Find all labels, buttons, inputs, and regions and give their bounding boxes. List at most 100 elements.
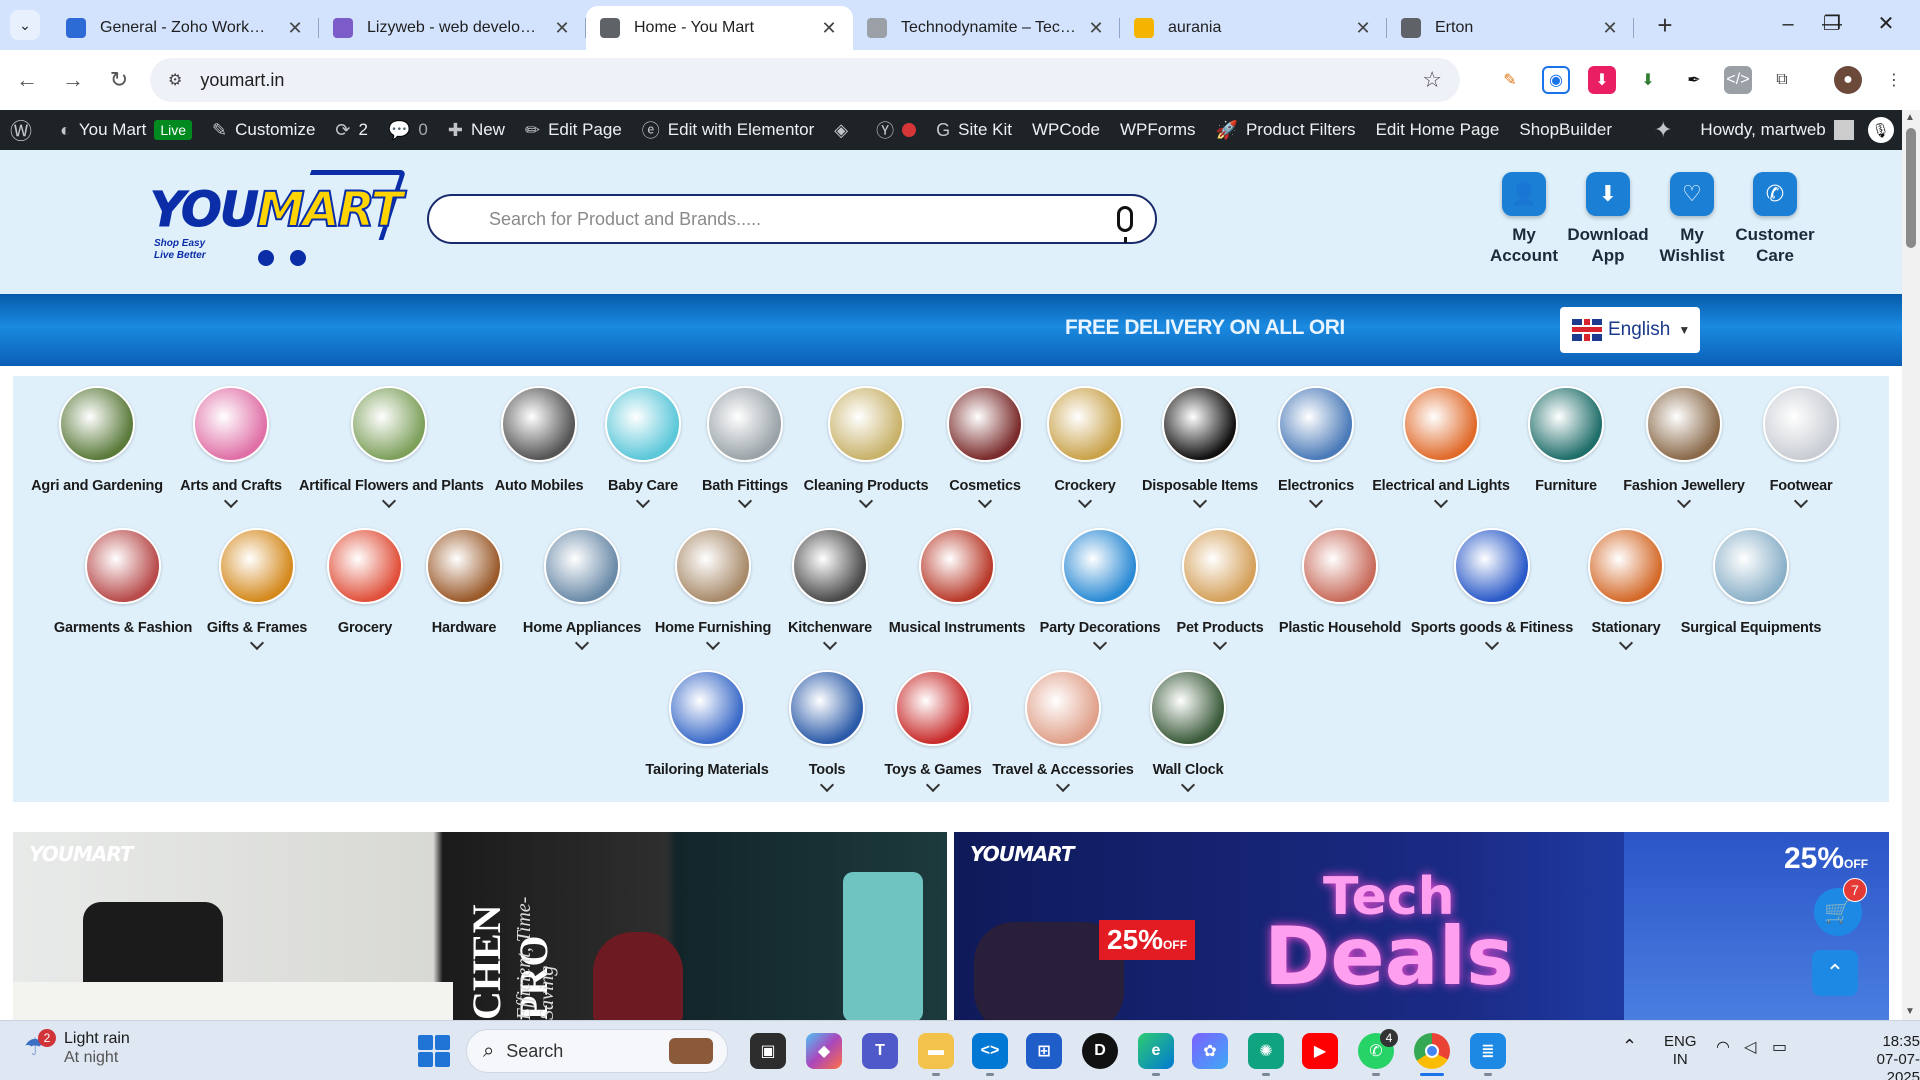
chevron-down-icon[interactable] bbox=[1055, 777, 1071, 793]
site-info-icon[interactable]: ⚙ bbox=[168, 70, 182, 90]
microsoft-store-icon[interactable]: ⊞ bbox=[1026, 1033, 1062, 1069]
chevron-down-icon[interactable] bbox=[1192, 493, 1208, 509]
browser-tab[interactable]: Technodynamite – Technology ✕ bbox=[853, 6, 1120, 50]
profile-avatar[interactable]: ● bbox=[1834, 66, 1862, 94]
close-window-button[interactable]: ✕ bbox=[1866, 8, 1906, 40]
chrome-icon[interactable] bbox=[1414, 1033, 1450, 1069]
chevron-down-icon[interactable] bbox=[635, 493, 651, 509]
chevron-down-icon[interactable] bbox=[1308, 493, 1324, 509]
tray-overflow-icon[interactable]: ⌃ bbox=[1622, 1037, 1637, 1055]
ab-site-kit[interactable]: G Site Kit bbox=[926, 110, 1022, 150]
chevron-down-icon[interactable] bbox=[574, 635, 590, 651]
header-link-wishlist[interactable]: ♡ My Wishlist bbox=[1647, 172, 1737, 266]
chevron-down-icon[interactable] bbox=[737, 493, 753, 509]
wp-logo-menu[interactable]: Ⓦ bbox=[0, 110, 50, 150]
chevron-down-icon[interactable] bbox=[822, 635, 838, 651]
reload-button[interactable]: ↻ bbox=[104, 65, 134, 95]
ab-diamond[interactable]: ◈ bbox=[824, 110, 866, 150]
ab-ai[interactable]: ✦ bbox=[1644, 110, 1690, 150]
menu-kebab-icon[interactable]: ⋮ bbox=[1880, 66, 1908, 94]
weather-widget[interactable]: ☂ 2 Light rain At night bbox=[24, 1029, 130, 1067]
chevron-down-icon[interactable] bbox=[1077, 493, 1093, 509]
vscode-icon[interactable]: <> bbox=[972, 1033, 1008, 1069]
chatgpt-icon[interactable]: ✺ bbox=[1248, 1033, 1284, 1069]
site-logo[interactable]: YOUMART Shop Easy Live Better bbox=[150, 168, 407, 268]
chevron-down-icon[interactable] bbox=[819, 777, 835, 793]
close-tab-icon[interactable]: ✕ bbox=[1353, 18, 1373, 39]
chevron-down-icon[interactable] bbox=[223, 493, 239, 509]
eyedropper-extension-icon[interactable]: ✒ bbox=[1680, 66, 1708, 94]
minimize-icon-button[interactable]: – bbox=[1768, 8, 1808, 40]
tech-deals-banner[interactable]: YOUMART 25%OFF Tech Deals 25%OFF bbox=[954, 832, 1889, 1020]
chevron-down-icon[interactable] bbox=[1618, 635, 1634, 651]
volume-icon[interactable]: ◁ bbox=[1744, 1039, 1756, 1057]
browser-tab[interactable]: Home - You Mart ✕ bbox=[586, 6, 853, 50]
language-indicator[interactable]: ENG IN bbox=[1664, 1033, 1697, 1069]
close-tab-icon[interactable]: ✕ bbox=[819, 18, 839, 39]
chevron-down-icon[interactable] bbox=[1793, 493, 1809, 509]
taskbar-search[interactable]: ⌕ Search bbox=[466, 1029, 728, 1073]
browser-tab[interactable]: Erton ✕ bbox=[1387, 6, 1634, 50]
task-view-icon[interactable]: ▣ bbox=[750, 1033, 786, 1069]
wifi-icon[interactable]: ◠ bbox=[1716, 1039, 1730, 1057]
extensions-puzzle-icon[interactable]: ⧉ bbox=[1768, 66, 1796, 94]
notepad-icon[interactable]: ≣ bbox=[1470, 1033, 1506, 1069]
ab-customize[interactable]: ✎ Customize bbox=[202, 110, 325, 150]
chevron-down-icon[interactable] bbox=[1676, 493, 1692, 509]
close-tab-icon[interactable]: ✕ bbox=[552, 18, 572, 39]
youtube-icon[interactable]: ▶ bbox=[1302, 1033, 1338, 1069]
file-explorer-icon[interactable]: ▬ bbox=[918, 1033, 954, 1069]
ab-voice[interactable]: 🎙 bbox=[1864, 110, 1898, 150]
scroll-to-top-button[interactable]: ⌃ bbox=[1812, 950, 1858, 996]
ab-new[interactable]: ✚ New bbox=[438, 110, 515, 150]
category-item[interactable]: Footwear bbox=[1711, 386, 1891, 509]
close-tab-icon[interactable]: ✕ bbox=[285, 18, 305, 39]
dell-icon[interactable]: D bbox=[1082, 1033, 1118, 1069]
scroll-up-arrow-icon[interactable]: ▲ bbox=[1905, 112, 1915, 123]
download-extension-icon[interactable]: ⬇ bbox=[1588, 66, 1616, 94]
category-item[interactable]: Surgical Equipments bbox=[1661, 528, 1841, 636]
chevron-down-icon[interactable] bbox=[1180, 777, 1196, 793]
green-download-extension-icon[interactable]: ⬇ bbox=[1634, 66, 1662, 94]
screen-capture-extension-icon[interactable]: ◉ bbox=[1542, 66, 1570, 94]
scrollbar-thumb[interactable] bbox=[1906, 128, 1916, 248]
start-button[interactable] bbox=[418, 1035, 450, 1067]
ab-wpforms[interactable]: WPForms bbox=[1110, 110, 1206, 150]
edge-icon[interactable]: e bbox=[1138, 1033, 1174, 1069]
browser-tab[interactable]: General - Zoho WorkDrive ✕ bbox=[52, 6, 319, 50]
chevron-down-icon[interactable] bbox=[249, 635, 265, 651]
tab-search-button[interactable]: ⌄ bbox=[10, 10, 40, 40]
chevron-down-icon[interactable] bbox=[1433, 493, 1449, 509]
code-extension-icon[interactable]: </> bbox=[1724, 66, 1752, 94]
restore-button[interactable]: ❐ bbox=[1812, 8, 1852, 40]
language-selector[interactable]: English ▼ bbox=[1560, 307, 1700, 353]
kitchen-promo-banner[interactable]: YOUMART CHEN PRO Efficient, Time-Saving bbox=[13, 832, 947, 1020]
ab-edit-home[interactable]: Edit Home Page bbox=[1366, 110, 1510, 150]
close-tab-icon[interactable]: ✕ bbox=[1600, 18, 1620, 39]
ab-updates[interactable]: ⟳ 2 bbox=[325, 110, 378, 150]
close-tab-icon[interactable]: ✕ bbox=[1086, 18, 1106, 39]
ab-shopbuilder[interactable]: ShopBuilder bbox=[1509, 110, 1622, 150]
ab-edit-page[interactable]: ✏ Edit Page bbox=[515, 110, 632, 150]
product-search-input[interactable] bbox=[489, 208, 1069, 230]
chevron-down-icon[interactable] bbox=[925, 777, 941, 793]
ab-wpcode[interactable]: WPCode bbox=[1022, 110, 1110, 150]
battery-icon[interactable]: ▭ bbox=[1772, 1039, 1787, 1057]
ab-yoast[interactable]: Ⓨ bbox=[866, 110, 926, 150]
address-bar[interactable]: ⚙ youmart.in ☆ bbox=[150, 58, 1460, 102]
chevron-down-icon[interactable] bbox=[1484, 635, 1500, 651]
chevron-down-icon[interactable] bbox=[1092, 635, 1108, 651]
chevron-down-icon[interactable] bbox=[1212, 635, 1228, 651]
voice-search-icon[interactable] bbox=[1117, 206, 1133, 243]
ab-product-filters[interactable]: 🚀 Product Filters bbox=[1206, 110, 1366, 150]
forward-button[interactable]: → bbox=[58, 65, 88, 95]
back-button[interactable]: ← bbox=[12, 65, 42, 95]
header-link-account[interactable]: 👤 My Account bbox=[1479, 172, 1569, 266]
category-item[interactable]: Arts and Crafts bbox=[141, 386, 321, 509]
header-link-care[interactable]: ✆ Customer Care bbox=[1730, 172, 1820, 266]
teams-icon[interactable]: T bbox=[862, 1033, 898, 1069]
copilot-app-icon[interactable]: ✿ bbox=[1192, 1033, 1228, 1069]
copilot-icon[interactable]: ◆ bbox=[806, 1033, 842, 1069]
ab-elementor[interactable]: ⓔ Edit with Elementor bbox=[632, 110, 824, 150]
product-search-box[interactable] bbox=[427, 194, 1157, 244]
